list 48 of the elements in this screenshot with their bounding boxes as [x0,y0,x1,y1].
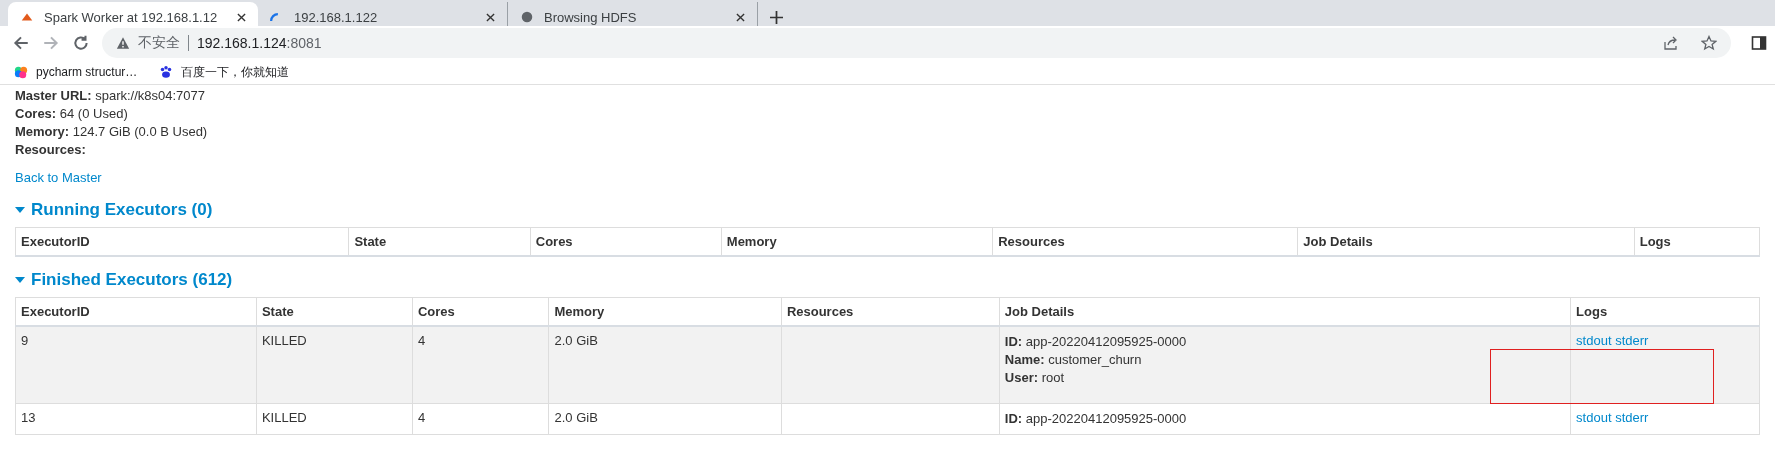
address-bar[interactable]: 不安全 192.168.1.124:8081 [102,28,1731,58]
browser-tab[interactable]: Spark Worker at 192.168.1.12 [8,2,258,26]
info-line: Resources: [15,141,87,159]
section-heading[interactable]: Finished Executors (612) [15,269,1760,291]
column-header[interactable]: Resources [992,227,1298,256]
bookmark[interactable]: 百度一下，你就知道 [159,63,290,81]
globe-icon [520,10,534,24]
column-header[interactable]: Memory [721,227,993,256]
job-detail: ID: app-20220412095925-0000 [1004,333,1188,351]
star-icon[interactable] [1701,35,1717,51]
column-header[interactable]: Cores [530,227,722,256]
colored-dots-icon [14,65,28,79]
column-header[interactable]: State [348,227,531,256]
table-cell: 2.0 GiB [554,410,598,425]
log-link[interactable]: stderr [1615,410,1649,425]
paw-icon [159,65,174,79]
log-link[interactable]: stderr [1615,333,1649,348]
column-header[interactable]: ExecutorID [15,227,349,256]
column-header[interactable]: Job Details [1297,227,1635,256]
column-header[interactable]: Logs [1634,227,1760,256]
new-tab-icon[interactable] [770,11,783,24]
info-line: Memory: 124.7 GiB (0.0 B Used) [15,123,209,141]
bookmark[interactable]: pycharm structur… [14,65,138,79]
back-to-master-link[interactable]: Back to Master [15,169,102,187]
job-detail: ID: app-20220412095925-0000 [1004,410,1188,428]
info-line: Master URL: spark://k8s04:7077 [15,87,207,105]
share-icon[interactable] [1663,35,1679,51]
table-cell: 4 [417,333,426,348]
url-text: 192.168.1.124:8081 [197,35,322,51]
job-detail: Name: customer_churn [1004,351,1143,369]
table-cell: 2.0 GiB [554,333,598,348]
close-icon[interactable] [237,12,246,22]
table-cell: 4 [417,410,426,425]
info-line: Cores: 64 (0 Used) [15,105,129,123]
log-link[interactable]: stdout [1576,333,1612,348]
section-heading[interactable]: Running Executors (0) [15,199,1760,221]
table-cell: 9 [21,333,29,348]
loading-spinner-icon [270,12,279,22]
warning-icon [116,36,130,50]
table-cell: 13 [21,410,36,425]
side-panel-icon[interactable] [1751,35,1767,51]
log-link[interactable]: stdout [1576,410,1612,425]
job-detail: User: root [1004,369,1066,387]
close-icon[interactable] [736,12,745,22]
close-icon[interactable] [486,12,495,22]
table-cell: KILLED [261,333,307,348]
security-label: 不安全 [138,34,180,52]
table-cell: KILLED [261,410,307,425]
